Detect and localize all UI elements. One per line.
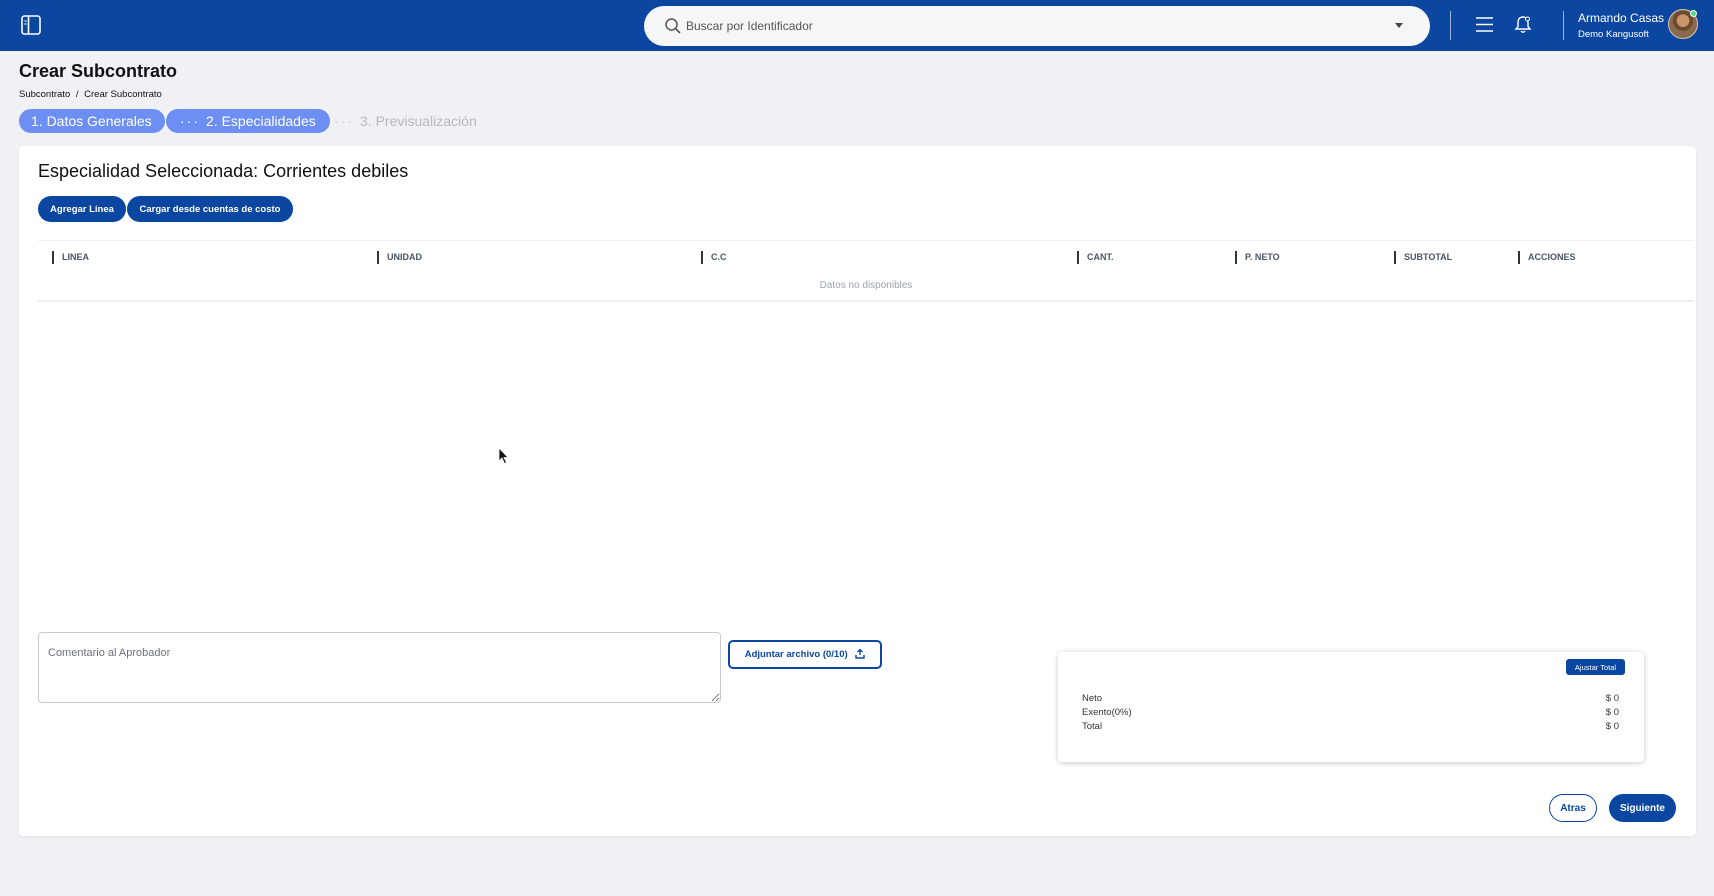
load-cost-accounts-button[interactable]: Cargar desde cuentas de costo <box>127 196 293 222</box>
breadcrumb-item[interactable]: Subcontrato <box>19 89 70 100</box>
totals-panel: Ajustar Total Neto $ 0 Exento(0%) $ 0 To… <box>1058 652 1644 762</box>
totals-value-exento: $ 0 <box>1605 707 1619 718</box>
column-header-acciones[interactable]: ACCIONES <box>1518 251 1576 264</box>
attach-file-label: Adjuntar archivo (0/10) <box>744 649 848 660</box>
search-bar[interactable] <box>644 6 1430 46</box>
main-card: Especialidad Seleccionada: Corrientes de… <box>19 146 1696 836</box>
section-title: Especialidad Seleccionada: Corrientes de… <box>38 161 409 181</box>
breadcrumb: Subcontrato / Crear Subcontrato <box>19 89 162 100</box>
top-bar: Armando Casas Demo Kangusoft <box>0 0 1714 51</box>
step-label: 1. Datos Generales <box>31 113 152 129</box>
step-especialidades[interactable]: ··· 2. Especialidades <box>166 109 330 133</box>
bell-icon[interactable] <box>1514 15 1532 34</box>
divider <box>1563 11 1564 40</box>
user-name: Armando Casas <box>1578 11 1665 25</box>
online-status-indicator <box>1690 10 1697 17</box>
totals-value-total: $ 0 <box>1605 721 1619 732</box>
breadcrumb-separator: / <box>75 89 79 100</box>
breadcrumb-item: Crear Subcontrato <box>84 89 162 100</box>
sidebar-toggle-icon[interactable] <box>20 14 42 36</box>
column-header-cc[interactable]: C.C <box>701 251 727 264</box>
back-button[interactable]: Atras <box>1549 794 1597 822</box>
column-header-cant[interactable]: CANT. <box>1077 251 1114 264</box>
totals-label-neto: Neto <box>1082 693 1103 704</box>
page-title: Crear Subcontrato <box>19 61 178 81</box>
step-datos-generales[interactable]: 1. Datos Generales <box>19 109 165 133</box>
search-input[interactable] <box>686 14 1366 38</box>
column-header-subtotal[interactable]: SUBTOTAL <box>1394 251 1452 264</box>
lines-table: LINEA UNIDAD C.C CANT. P. NETO SUBTOTAL … <box>38 240 1694 302</box>
user-company: Demo Kangusoft <box>1578 29 1649 40</box>
upload-icon <box>855 648 865 660</box>
chevron-down-icon[interactable] <box>1394 22 1404 30</box>
column-header-p-neto[interactable]: P. NETO <box>1235 251 1280 264</box>
add-line-button[interactable]: Agregar Línea <box>38 196 126 222</box>
search-icon <box>665 18 681 34</box>
step-connector: ··· <box>180 113 200 129</box>
adjust-total-button[interactable]: Ajustar Total <box>1566 659 1625 675</box>
totals-value-neto: $ 0 <box>1605 693 1619 704</box>
totals-label-exento: Exento(0%) <box>1082 707 1132 718</box>
column-header-unidad[interactable]: UNIDAD <box>377 251 422 264</box>
totals-label-total: Total <box>1082 721 1103 732</box>
step-previsualizacion[interactable]: ··· 3. Previsualización <box>334 109 494 133</box>
approver-comment-field[interactable] <box>38 632 721 703</box>
step-label: 3. Previsualización <box>360 113 477 129</box>
next-button[interactable]: Siguiente <box>1609 794 1676 822</box>
step-connector: ··· <box>334 113 354 129</box>
divider <box>1450 11 1451 40</box>
step-label: 2. Especialidades <box>206 113 316 129</box>
menu-icon[interactable] <box>1475 15 1494 34</box>
empty-state-text: Datos no disponibles <box>819 280 913 291</box>
column-header-linea[interactable]: LINEA <box>52 251 89 264</box>
attach-file-button[interactable]: Adjuntar archivo (0/10) <box>728 640 882 669</box>
